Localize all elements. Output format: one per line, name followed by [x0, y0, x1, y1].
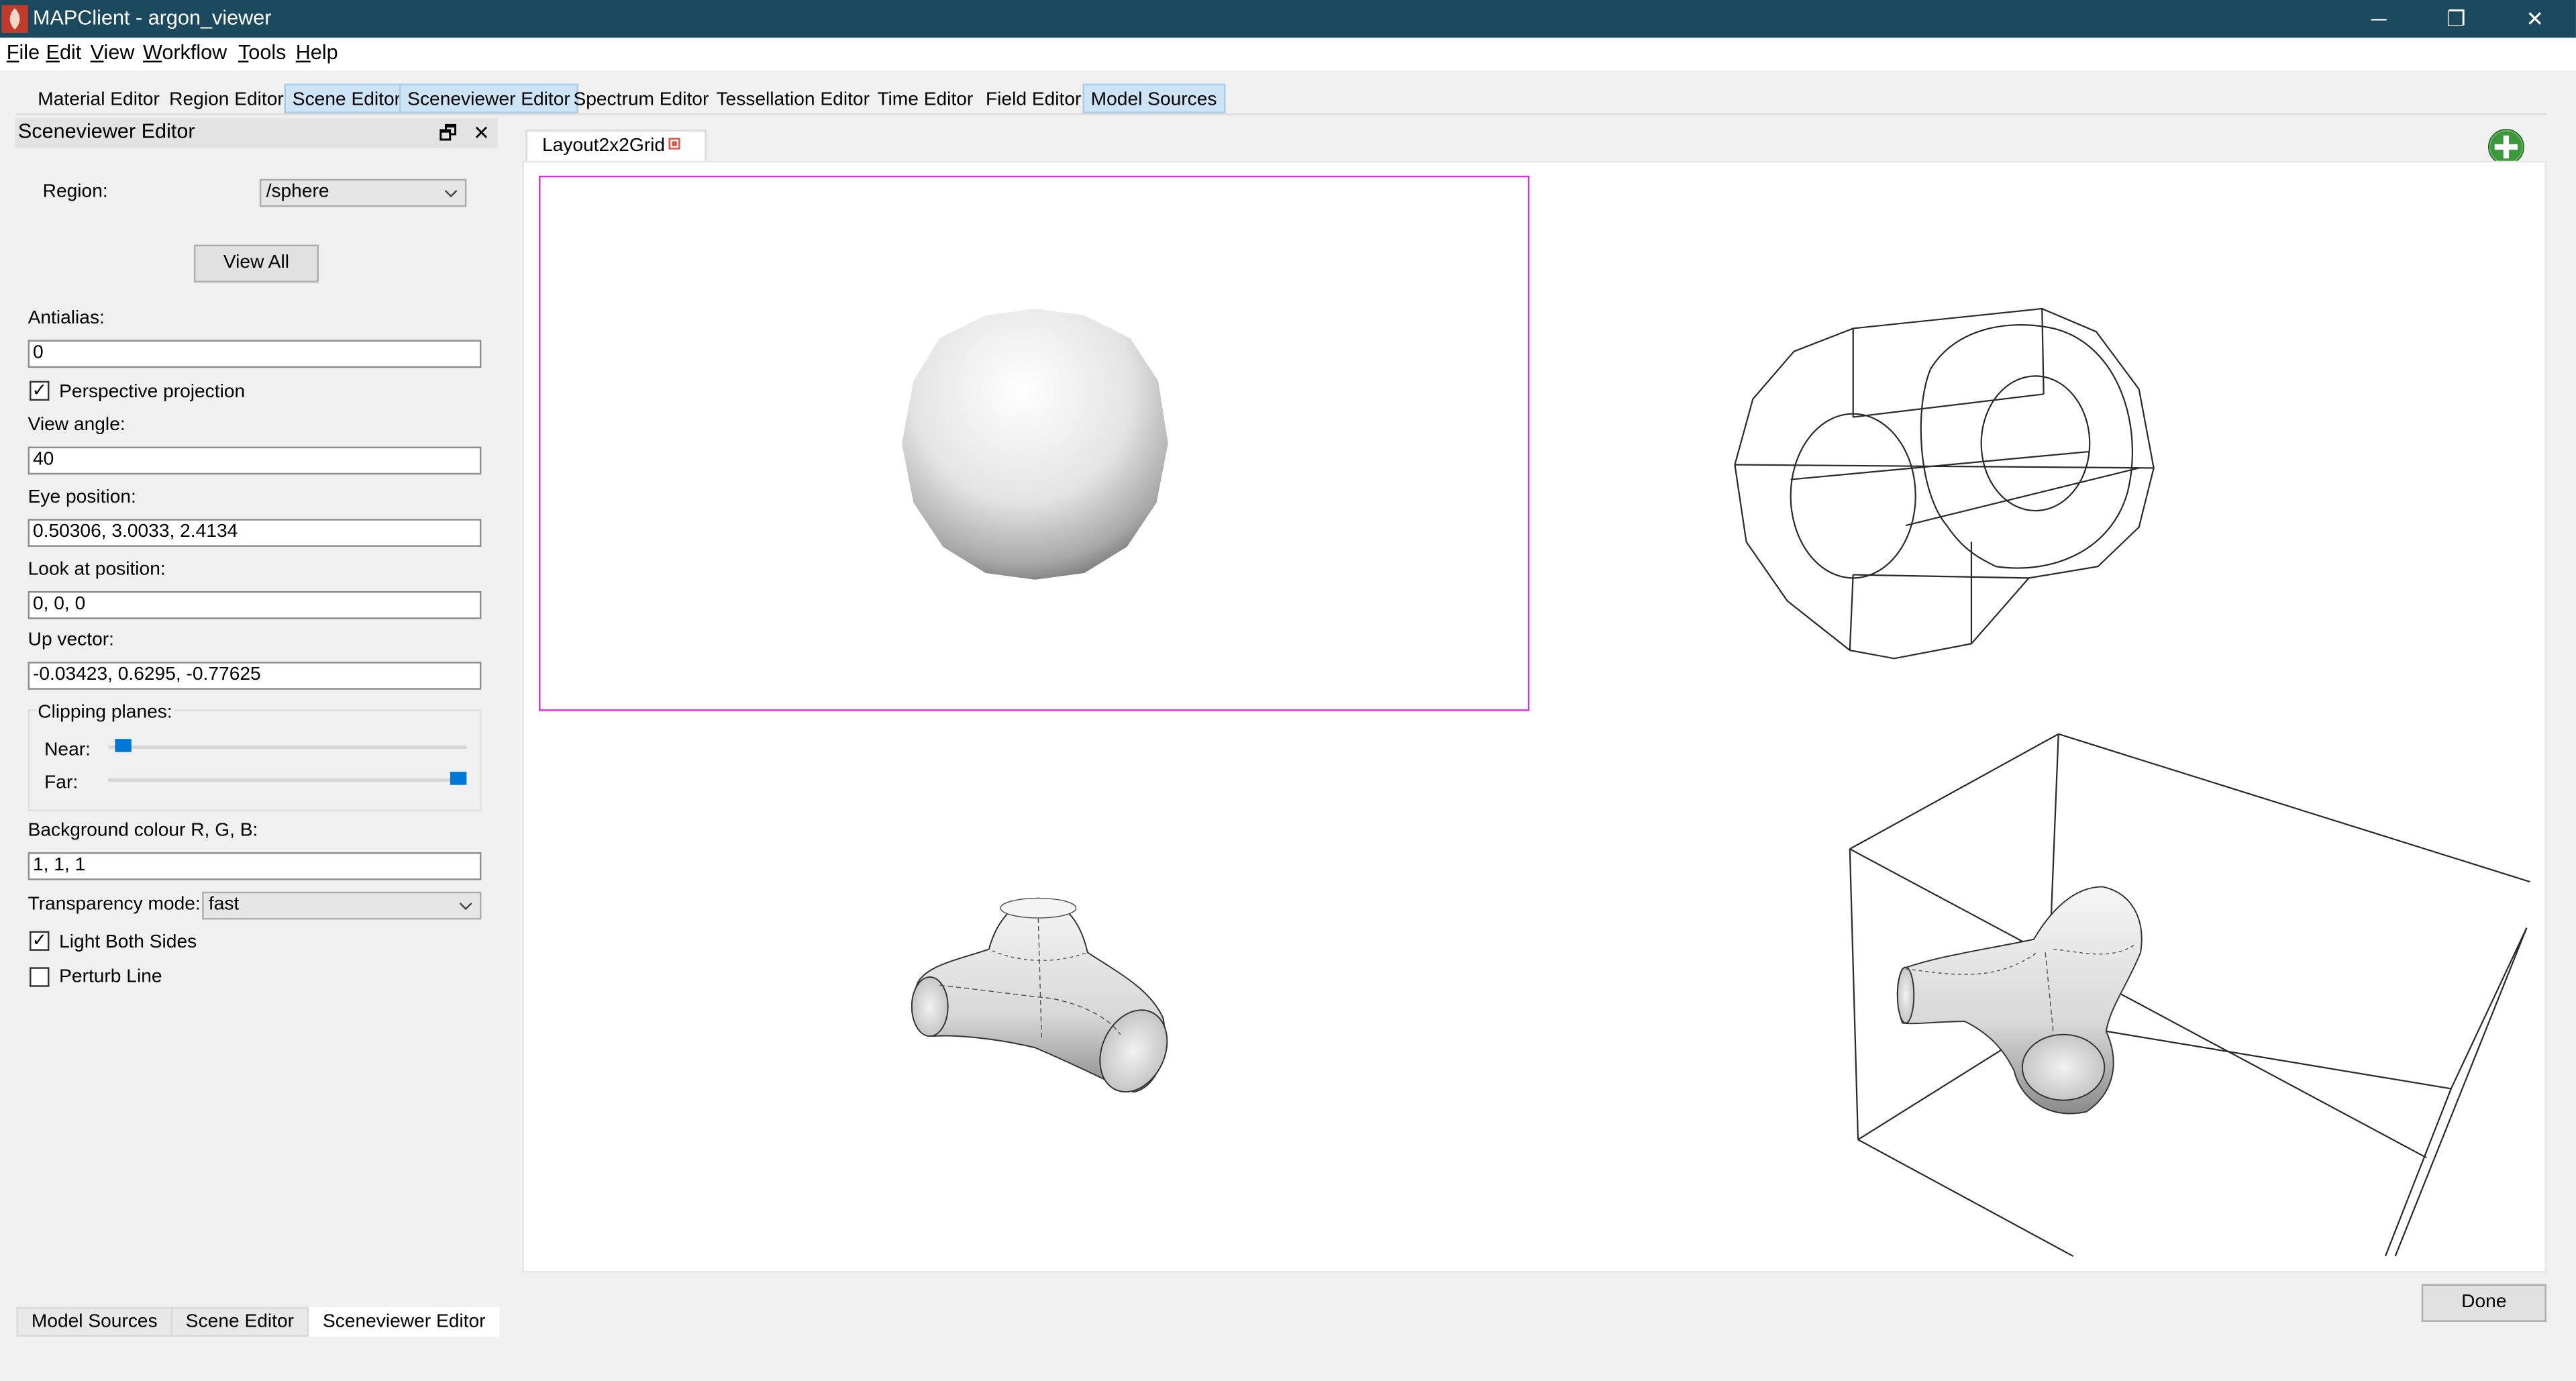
look-at-label: Look at position: [28, 560, 166, 580]
menu-workflow[interactable]: Workflow [143, 41, 227, 64]
look-at-input[interactable]: 0, 0, 0 [28, 591, 482, 619]
perspective-checkbox[interactable]: ✓ [30, 380, 50, 401]
light-both-sides-label: Light Both Sides [59, 932, 197, 953]
toolbar-divider [16, 113, 2546, 115]
menu-help[interactable]: Help [296, 41, 338, 64]
close-window-button[interactable]: ✕ [2497, 3, 2573, 36]
light-both-sides-checkbox[interactable]: ✓ [30, 931, 50, 951]
perturb-line-checkbox[interactable] [30, 967, 50, 987]
view-angle-label: View angle: [28, 415, 125, 436]
app-window: MAPClient - argon_viewer ─ ❐ ✕ File Edit… [0, 0, 2576, 1381]
background-colour-input[interactable]: 1, 1, 1 [28, 852, 482, 880]
transparency-mode-select[interactable]: fast [202, 891, 482, 920]
background-colour-label: Background colour R, G, B: [28, 821, 258, 841]
toolbar-sceneviewer-editor[interactable]: Sceneviewer Editor [399, 83, 578, 113]
toolbar-model-sources[interactable]: Model Sources [1082, 83, 1225, 113]
perspective-label: Perspective projection [59, 382, 246, 403]
window-title: MAPClient - argon_viewer [32, 6, 272, 30]
region-value: /sphere [266, 182, 329, 202]
clipping-planes-group [28, 709, 482, 811]
up-vector-input[interactable]: -0.03423, 0.6295, -0.77625 [28, 662, 482, 690]
menu-view[interactable]: View [91, 41, 135, 64]
toolbar-spectrum-editor[interactable]: Spectrum Editor [565, 84, 717, 113]
chevron-down-icon [459, 903, 472, 911]
toolbar-tessellation-editor[interactable]: Tessellation Editor [708, 84, 878, 113]
toolbar-time-editor[interactable]: Time Editor [869, 84, 981, 113]
check-icon: ✓ [32, 931, 48, 951]
eye-position-label: Eye position: [28, 487, 136, 508]
title-bar[interactable]: MAPClient - argon_viewer ─ ❐ ✕ [0, 0, 2576, 38]
add-view-icon[interactable] [2487, 128, 2525, 166]
up-vector-label: Up vector: [28, 630, 114, 651]
dock-title-bar[interactable]: Sceneviewer Editor 🗗 ✕ [15, 118, 498, 148]
restore-button[interactable]: ❐ [2418, 3, 2494, 36]
region-select[interactable]: /sphere [259, 178, 467, 207]
bottom-tab-sceneviewer-editor[interactable]: Sceneviewer Editor [309, 1307, 500, 1337]
bottom-tab-model-sources[interactable]: Model Sources [16, 1307, 173, 1337]
transparency-mode-label: Transparency mode: [28, 894, 201, 915]
menu-tools[interactable]: Tools [238, 41, 286, 64]
toolbar-material-editor[interactable]: Material Editor [30, 84, 168, 113]
dock-title: Sceneviewer Editor [17, 119, 195, 143]
clipping-planes-label: Clipping planes: [36, 703, 174, 723]
close-dock-icon[interactable]: ✕ [473, 118, 490, 148]
tab-label: Layout2x2Grid [542, 136, 666, 156]
antialias-input[interactable]: 0 [28, 340, 482, 368]
check-icon: ✓ [32, 380, 48, 401]
near-slider[interactable] [108, 745, 467, 749]
toolbar-scene-editor[interactable]: Scene Editor [284, 83, 409, 113]
chevron-down-icon [444, 189, 458, 198]
done-button[interactable]: Done [2421, 1284, 2546, 1322]
tube-junction-model-boxed [1896, 886, 2143, 1115]
transparency-mode-value: fast [208, 894, 240, 915]
far-label: Far: [44, 773, 79, 793]
tab-close-icon[interactable] [668, 138, 680, 150]
toolbar-region-editor[interactable]: Region Editor [161, 84, 292, 113]
view-all-button[interactable]: View All [193, 244, 319, 283]
far-slider-handle[interactable] [450, 772, 467, 785]
near-label: Near: [44, 740, 91, 761]
tab-layout2x2grid[interactable]: Layout2x2Grid [525, 130, 707, 161]
app-logo-icon [1, 5, 28, 33]
menu-bar: File Edit View Workflow Tools Help [0, 38, 2576, 71]
toolbar-field-editor[interactable]: Field Editor [978, 84, 1090, 113]
antialias-label: Antialias: [28, 309, 105, 329]
far-slider[interactable] [108, 778, 467, 782]
bottom-tab-scene-editor[interactable]: Scene Editor [170, 1307, 309, 1337]
active-viewport-frame[interactable] [539, 175, 1530, 711]
menu-file[interactable]: File [7, 41, 40, 64]
editor-toolbar: Material Editor Region Editor Scene Edit… [0, 83, 2576, 113]
tube-junction-model [911, 897, 1168, 1093]
near-slider-handle[interactable] [115, 739, 132, 752]
menu-edit[interactable]: Edit [46, 41, 82, 64]
view-angle-input[interactable]: 40 [28, 446, 482, 475]
region-label: Region: [42, 182, 108, 202]
float-dock-icon[interactable]: 🗗 [439, 118, 458, 148]
eye-position-input[interactable]: 0.50306, 3.0033, 2.4134 [28, 519, 482, 547]
perturb-line-label: Perturb Line [59, 967, 162, 987]
wireframe-cylinder-model [1734, 307, 2155, 660]
minimize-button[interactable]: ─ [2341, 3, 2417, 36]
